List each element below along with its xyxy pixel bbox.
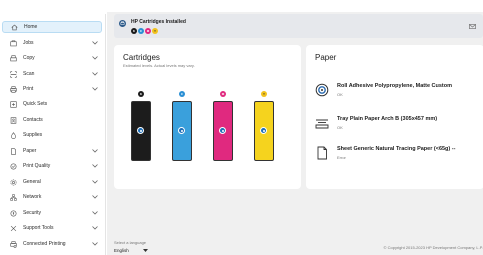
- language-label: Select a language: [114, 240, 147, 245]
- copy-icon: [8, 54, 18, 62]
- support-tools-icon: [8, 225, 18, 232]
- status-banner: HP Cartridges Installed K C M Y: [114, 14, 483, 38]
- sidebar-item-label: Jobs: [23, 40, 34, 46]
- chevron-down-icon[interactable]: [91, 226, 99, 230]
- chevron-down-icon[interactable]: [91, 41, 99, 45]
- scan-icon: [8, 70, 18, 78]
- ink-dot-magenta: M: [145, 28, 151, 34]
- sidebar-item-print[interactable]: Print: [2, 83, 102, 95]
- sidebar-item-label: Scan: [23, 71, 35, 77]
- printer-status-icon: [119, 20, 126, 27]
- chevron-down-icon[interactable]: [91, 211, 99, 215]
- sidebar-item-network[interactable]: Network: [2, 191, 102, 203]
- sidebar-item-copy[interactable]: Copy: [2, 52, 102, 64]
- sidebar-item-general[interactable]: General: [2, 176, 102, 188]
- sidebar-item-label: Paper: [23, 148, 37, 154]
- paper-item-tray[interactable]: Tray Plain Paper Arch B (305x457 mm) OK: [315, 116, 480, 138]
- paper-title: Paper: [315, 53, 337, 62]
- cartridge-badge: Y: [261, 91, 267, 97]
- cartridge-badge: K: [138, 91, 144, 97]
- paper-icon: [8, 147, 18, 155]
- cartridge-badge: C: [179, 91, 185, 97]
- sidebar: Home Jobs Copy Scan Print Quick Sets Con…: [0, 14, 106, 255]
- info-icon[interactable]: [178, 127, 185, 134]
- sidebar-item-label: Support Tools: [23, 225, 54, 231]
- chevron-down-icon[interactable]: [91, 87, 99, 91]
- print-quality-icon: [8, 163, 18, 170]
- paper-item-roll[interactable]: Roll Adhesive Polypropylene, Matte Custo…: [315, 83, 480, 105]
- copyright-text: © Copyright 2015-2023 HP Development Com…: [383, 245, 483, 250]
- language-select[interactable]: English: [114, 248, 148, 253]
- sidebar-item-label: Home: [24, 24, 38, 30]
- cartridges-title: Cartridges: [123, 53, 160, 62]
- chevron-down-icon[interactable]: [91, 242, 99, 246]
- paper-item-sheet[interactable]: Sheet Generic Natural Tracing Paper (<65…: [315, 146, 480, 168]
- tray-icon: [315, 116, 329, 130]
- top-strip: [0, 0, 483, 12]
- print-icon: [8, 85, 18, 93]
- general-icon: [8, 179, 18, 186]
- supplies-icon: [8, 131, 18, 139]
- cartridges-subtitle: Estimated levels. Actual levels may vary…: [123, 63, 195, 68]
- paper-name: Roll Adhesive Polypropylene, Matte Custo…: [337, 83, 453, 89]
- sidebar-item-connected-printing[interactable]: Connected Printing: [2, 238, 102, 250]
- info-icon[interactable]: [260, 127, 267, 134]
- sidebar-item-label: General: [23, 179, 41, 185]
- home-icon: [9, 24, 19, 31]
- banner-title: HP Cartridges Installed: [131, 19, 186, 25]
- sidebar-item-supplies[interactable]: Supplies: [2, 129, 102, 141]
- sidebar-item-label: Quick Sets: [23, 101, 48, 107]
- paper-status: OK: [337, 125, 343, 130]
- message-icon[interactable]: [469, 23, 476, 29]
- sidebar-item-scan[interactable]: Scan: [2, 68, 102, 80]
- ink-dot-cyan: C: [138, 28, 144, 34]
- ink-dot-black: K: [131, 28, 137, 34]
- sidebar-item-label: Contacts: [23, 117, 43, 123]
- chevron-down-icon[interactable]: [91, 56, 99, 60]
- paper-status: Error: [337, 155, 346, 160]
- cartridges-card: Cartridges Estimated levels. Actual leve…: [114, 45, 301, 189]
- contacts-icon: [8, 116, 18, 124]
- sidebar-item-print-quality[interactable]: Print Quality: [2, 160, 102, 172]
- sheet-icon: [315, 146, 329, 160]
- sidebar-item-quick-sets[interactable]: Quick Sets: [2, 98, 102, 110]
- ink-dot-yellow: Y: [152, 28, 158, 34]
- sidebar-item-support-tools[interactable]: Support Tools: [2, 222, 102, 234]
- sidebar-item-label: Network: [23, 194, 42, 200]
- roll-icon: [315, 83, 329, 97]
- quick-sets-icon: [8, 100, 18, 108]
- caret-down-icon: [142, 249, 148, 252]
- chevron-down-icon[interactable]: [91, 164, 99, 168]
- chevron-down-icon[interactable]: [91, 72, 99, 76]
- language-value: English: [114, 248, 129, 253]
- network-icon: [8, 193, 18, 201]
- sidebar-item-label: Connected Printing: [23, 241, 66, 247]
- sidebar-item-paper[interactable]: Paper: [2, 145, 102, 157]
- paper-status: OK: [337, 92, 343, 97]
- sidebar-item-label: Copy: [23, 55, 35, 61]
- chevron-down-icon[interactable]: [91, 195, 99, 199]
- sidebar-item-contacts[interactable]: Contacts: [2, 114, 102, 126]
- paper-name: Tray Plain Paper Arch B (305x457 mm): [337, 116, 438, 122]
- sidebar-item-label: Print: [23, 86, 34, 92]
- paper-name: Sheet Generic Natural Tracing Paper (<65…: [337, 146, 456, 152]
- security-icon: [8, 210, 18, 217]
- chevron-down-icon[interactable]: [91, 180, 99, 184]
- jobs-icon: [8, 40, 18, 47]
- connected-printing-icon: [8, 240, 18, 248]
- sidebar-item-label: Security: [23, 210, 42, 216]
- info-icon[interactable]: [219, 127, 226, 134]
- sidebar-item-label: Print Quality: [23, 163, 51, 169]
- paper-card: Paper Roll Adhesive Polypropylene, Matte…: [306, 45, 483, 189]
- sidebar-item-jobs[interactable]: Jobs: [2, 37, 102, 49]
- sidebar-item-home[interactable]: Home: [2, 21, 102, 33]
- sidebar-item-security[interactable]: Security: [2, 207, 102, 219]
- cartridge-badge: M: [220, 91, 226, 97]
- main-content: HP Cartridges Installed K C M Y Cartridg…: [107, 12, 483, 255]
- ink-status-dots: K C M Y: [131, 28, 158, 34]
- sidebar-item-label: Supplies: [23, 132, 43, 138]
- chevron-down-icon[interactable]: [91, 149, 99, 153]
- info-icon[interactable]: [137, 127, 144, 134]
